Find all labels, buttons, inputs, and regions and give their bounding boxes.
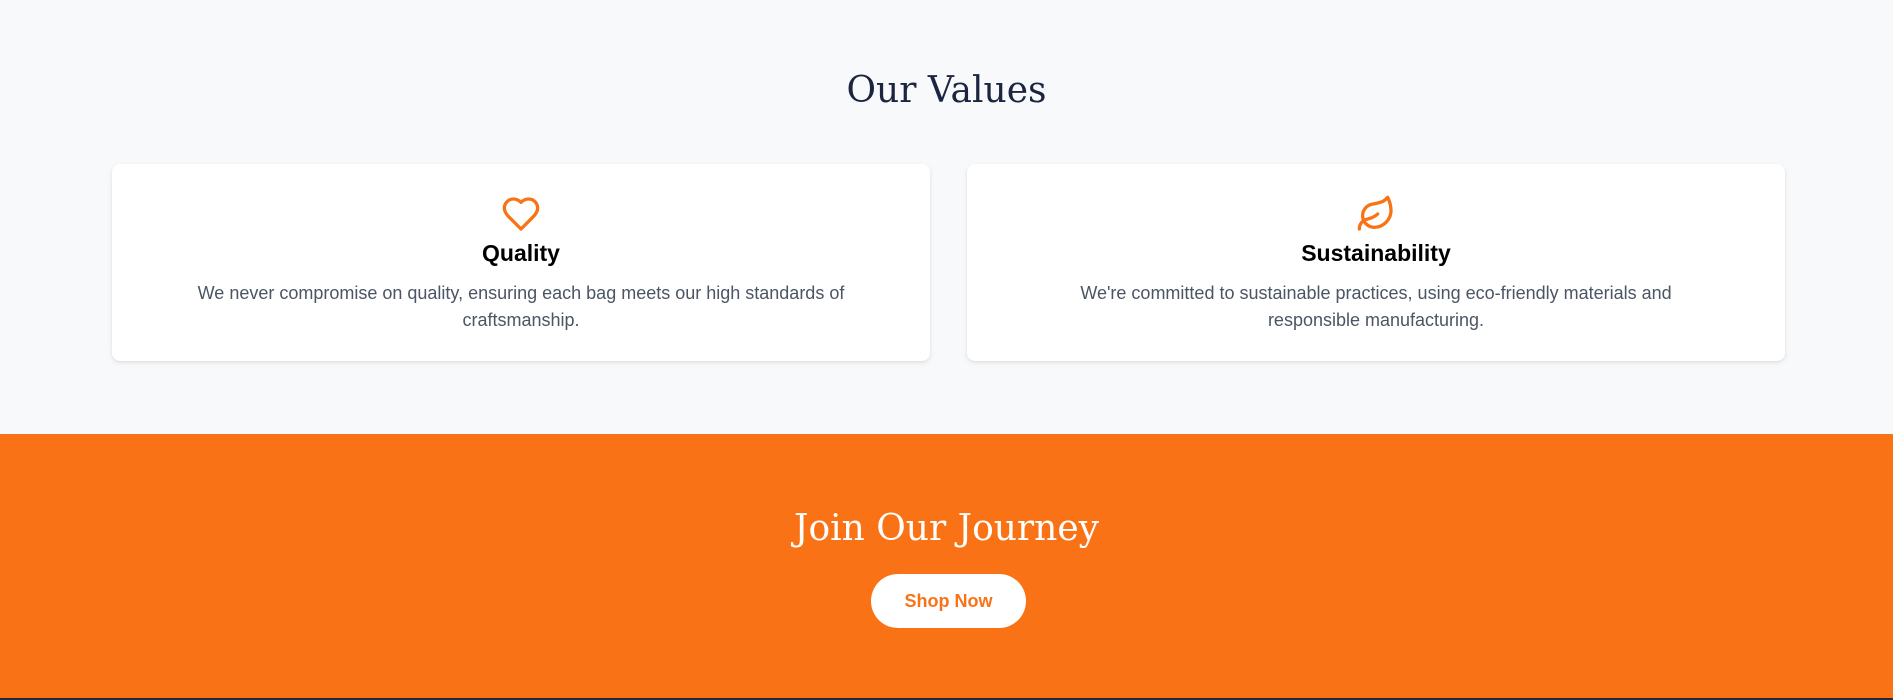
value-card-sustainability: Sustainability We're committed to sustai… — [967, 164, 1785, 361]
shop-now-button[interactable]: Shop Now — [871, 574, 1026, 628]
value-card-description: We're committed to sustainable practices… — [1080, 283, 1672, 330]
value-card-description: We never compromise on quality, ensuring… — [197, 283, 845, 330]
join-section-title: Join Our Journey — [794, 508, 1099, 549]
values-section-title: Our Values — [846, 70, 1047, 111]
value-card-title: Sustainability — [1301, 240, 1451, 266]
join-section: Join Our Journey Shop Now — [0, 434, 1893, 700]
heart-icon — [501, 194, 541, 234]
value-card-quality: Quality We never compromise on quality, … — [112, 164, 930, 361]
value-card-title: Quality — [482, 240, 560, 266]
leaf-icon — [1356, 194, 1396, 234]
values-section: Our Values Quality We never compromise o… — [0, 0, 1893, 434]
